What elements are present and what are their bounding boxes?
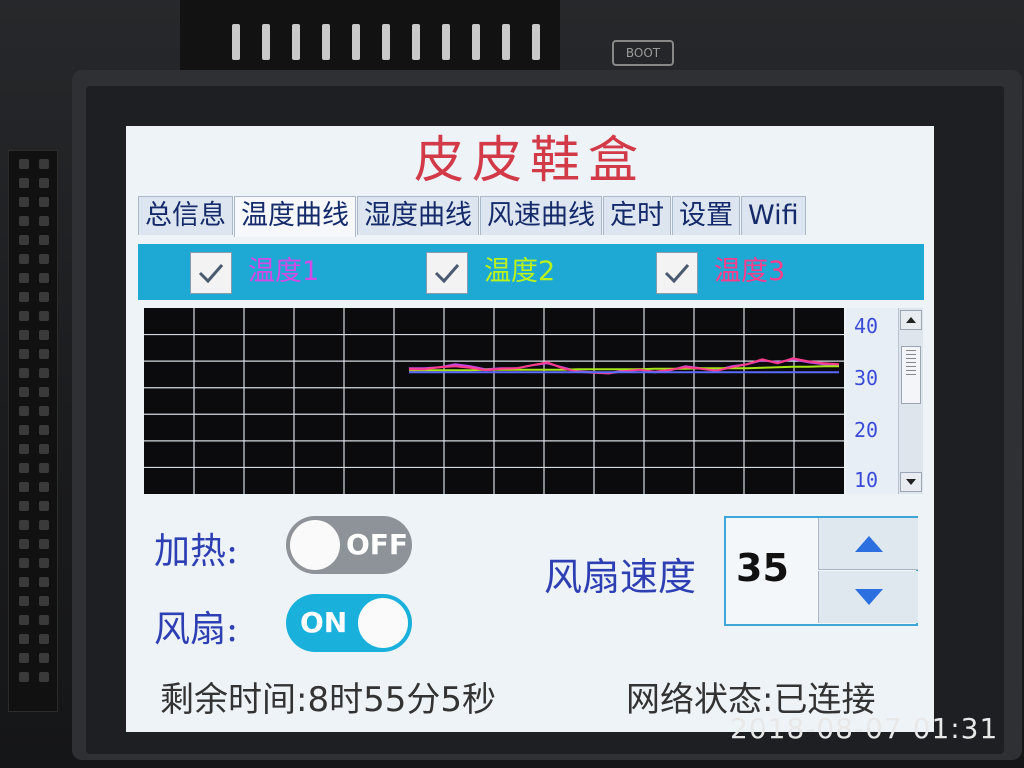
toggle-knob: [358, 598, 408, 648]
check-icon: [434, 264, 460, 284]
tab-humidity-curve[interactable]: 湿度曲线: [357, 196, 479, 235]
heat-toggle[interactable]: OFF: [286, 516, 412, 574]
app-title: 皮皮鞋盒: [414, 131, 646, 189]
triangle-up-icon: [855, 536, 883, 552]
fan-speed-value[interactable]: 35: [736, 546, 789, 590]
tab-overview[interactable]: 总信息: [138, 196, 233, 235]
y-tick-label: 20: [854, 418, 879, 442]
arrow-up-icon: [906, 317, 916, 323]
top-connector: [180, 0, 560, 80]
tab-temperature-curve[interactable]: 温度曲线: [234, 196, 356, 237]
toggle-knob: [290, 520, 340, 570]
tab-settings[interactable]: 设置: [672, 196, 740, 235]
fan-toggle[interactable]: ON: [286, 594, 412, 652]
fan-label: 风扇:: [154, 609, 239, 650]
tab-wifi[interactable]: Wifi: [741, 196, 806, 235]
chart-svg: [144, 308, 844, 494]
tab-bar: 总信息 温度曲线 湿度曲线 风速曲线 定时 设置 Wifi: [138, 196, 807, 237]
check-icon: [198, 264, 224, 284]
heat-label: 加热:: [154, 531, 239, 572]
temp1-label: 温度1: [248, 256, 320, 287]
lcd-screen: 皮皮鞋盒 总信息 温度曲线 湿度曲线 风速曲线 定时 设置 Wifi 温度1 温…: [126, 126, 934, 732]
temp1-checkbox[interactable]: [190, 252, 232, 294]
fan-speed-label: 风扇速度: [544, 555, 697, 599]
fan-speed-spinbox[interactable]: 35: [724, 516, 918, 626]
pin-header: [8, 150, 58, 712]
scroll-down-button[interactable]: [900, 472, 922, 492]
photo-timestamp: 2018-08-07 01:31: [730, 712, 999, 745]
temp3-label: 温度3: [714, 256, 786, 287]
tab-timer[interactable]: 定时: [603, 196, 671, 235]
y-tick-label: 40: [854, 314, 879, 338]
arrow-down-icon: [906, 479, 916, 485]
fan-speed-decrease-button[interactable]: [818, 571, 918, 623]
scroll-up-button[interactable]: [900, 310, 922, 330]
y-tick-label: 30: [854, 366, 879, 390]
y-axis: 40 30 20 10: [846, 308, 898, 494]
temp2-label: 温度2: [484, 256, 556, 287]
y-tick-label: 10: [854, 468, 879, 492]
boot-label: BOOT: [612, 40, 674, 66]
remaining-time: 剩余时间:8时55分5秒: [160, 680, 496, 720]
fan-speed-increase-button[interactable]: [818, 518, 918, 570]
heat-toggle-state: OFF: [346, 528, 409, 561]
chart-scrollbar[interactable]: [898, 308, 923, 494]
triangle-down-icon: [855, 589, 883, 605]
temp3-checkbox[interactable]: [656, 252, 698, 294]
tab-wind-speed-curve[interactable]: 风速曲线: [480, 196, 602, 235]
check-icon: [664, 264, 690, 284]
temperature-chart: [144, 308, 844, 494]
series-toggle-bar: 温度1 温度2 温度3: [138, 244, 924, 300]
scroll-thumb[interactable]: [901, 346, 921, 404]
temp2-checkbox[interactable]: [426, 252, 468, 294]
fan-toggle-state: ON: [300, 606, 348, 639]
